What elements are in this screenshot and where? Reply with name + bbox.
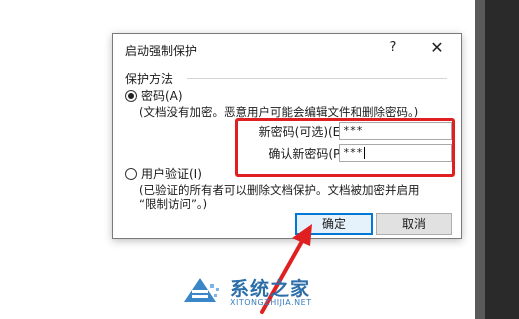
brand-url: XITONGZHIJIA.NET <box>230 298 312 307</box>
brand-name: 系统之家 <box>230 278 311 300</box>
watermark: 系统之家 XITONGZHIJIA.NET <box>180 272 340 312</box>
brand-logo-icon <box>184 278 219 302</box>
